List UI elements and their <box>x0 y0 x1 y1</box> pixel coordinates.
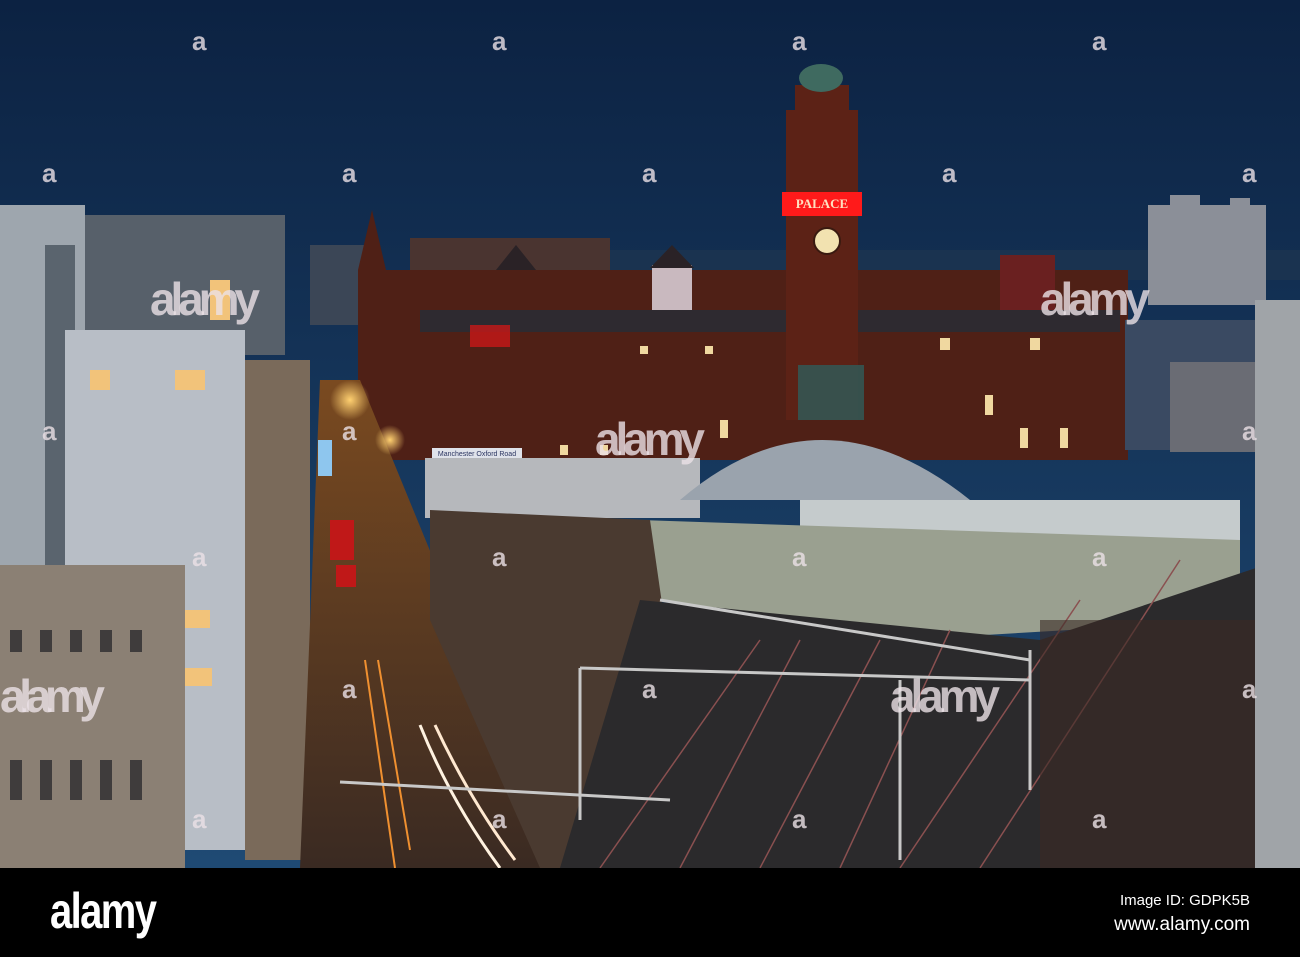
tower-sign-text: PALACE <box>796 196 848 211</box>
svg-text:a: a <box>942 158 957 188</box>
manchester-night-cityscape: PALACE Manchester Oxford Road a a a a a … <box>0 0 1300 868</box>
svg-text:alamy: alamy <box>890 670 1000 722</box>
svg-text:a: a <box>192 804 207 834</box>
svg-text:a: a <box>1092 542 1107 572</box>
svg-text:alamy: alamy <box>150 273 260 325</box>
svg-text:a: a <box>342 416 357 446</box>
svg-text:a: a <box>342 158 357 188</box>
stock-photo: PALACE Manchester Oxford Road a a a a a … <box>0 0 1300 957</box>
website-link[interactable]: www.alamy.com <box>1114 914 1250 936</box>
svg-text:a: a <box>792 542 807 572</box>
station-sign-text: Manchester Oxford Road <box>438 451 516 458</box>
svg-text:alamy: alamy <box>595 413 705 465</box>
svg-text:a: a <box>492 804 507 834</box>
svg-text:a: a <box>492 26 507 56</box>
svg-text:a: a <box>192 542 207 572</box>
palace-clock-tower: PALACE <box>782 64 864 420</box>
svg-text:a: a <box>342 674 357 704</box>
footer-bar: alamy Image ID: GDPK5B www.alamy.com <box>0 868 1300 957</box>
svg-text:a: a <box>1092 26 1107 56</box>
svg-text:a: a <box>42 158 57 188</box>
svg-text:a: a <box>1242 674 1257 704</box>
svg-text:a: a <box>792 804 807 834</box>
svg-text:a: a <box>642 674 657 704</box>
alamy-logo: alamy <box>50 883 157 939</box>
image-id: Image ID: GDPK5B <box>1119 892 1250 909</box>
svg-text:a: a <box>192 26 207 56</box>
svg-text:a: a <box>492 542 507 572</box>
svg-text:alamy: alamy <box>0 670 105 722</box>
svg-text:alamy: alamy <box>1040 273 1150 325</box>
svg-text:a: a <box>642 158 657 188</box>
svg-text:a: a <box>42 416 57 446</box>
svg-text:a: a <box>1242 158 1257 188</box>
svg-text:a: a <box>792 26 807 56</box>
svg-text:a: a <box>1242 416 1257 446</box>
svg-text:a: a <box>1092 804 1107 834</box>
